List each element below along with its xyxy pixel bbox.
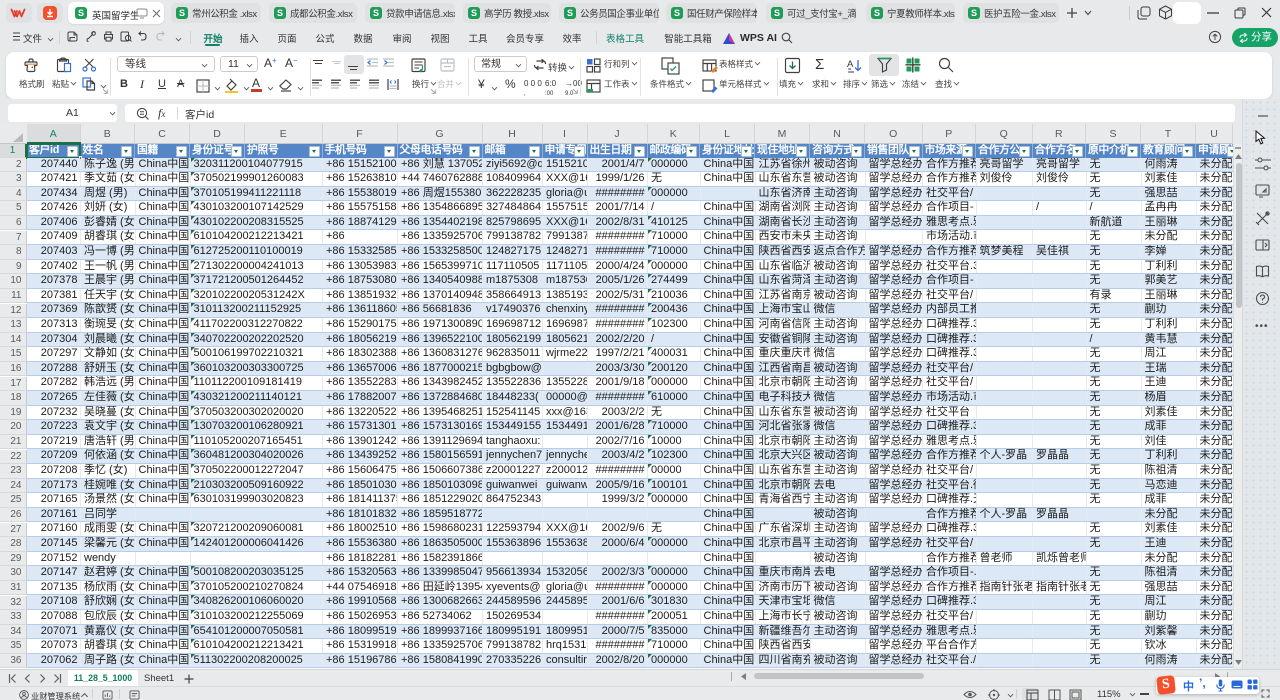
svg-text:A: A: [847, 59, 854, 70]
